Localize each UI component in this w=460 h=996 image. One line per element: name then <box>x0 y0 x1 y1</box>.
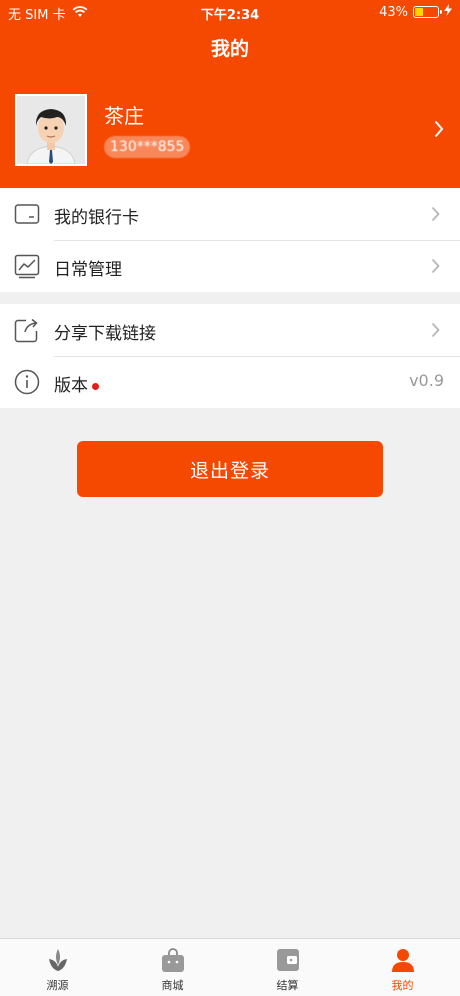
avatar-illustration-icon <box>17 96 85 164</box>
profile-phone: 130***855 <box>104 136 191 158</box>
chevron-right-icon <box>431 322 440 342</box>
menu-item-label: 分享下载链接 <box>54 324 156 344</box>
tab-mall[interactable]: 商城 <box>115 939 230 996</box>
tab-label: 溯源 <box>46 979 69 992</box>
menu-item-bank-card[interactable]: 我的银行卡 <box>0 188 460 240</box>
version-label: 版本 <box>54 376 88 396</box>
menu-item-label: 版本 <box>54 371 99 396</box>
status-right: 43% <box>379 4 452 20</box>
charging-icon <box>444 4 452 20</box>
tab-label: 我的 <box>391 979 414 992</box>
status-bar: 无 SIM 卡 下午2:34 43% <box>0 0 460 24</box>
wallet-icon <box>275 947 301 973</box>
tab-bar: 溯源 商城 结算 我的 <box>0 938 460 996</box>
leaf-icon <box>45 947 71 973</box>
tab-mine[interactable]: 我的 <box>345 939 460 996</box>
page-title: 我的 <box>210 38 249 60</box>
menu-item-label: 日常管理 <box>54 260 122 280</box>
menu-item-label: 我的银行卡 <box>54 208 139 228</box>
battery-fill <box>415 8 424 16</box>
new-version-badge <box>92 382 99 390</box>
battery-percent: 43% <box>379 4 408 20</box>
tab-settlement[interactable]: 结算 <box>230 939 345 996</box>
tab-label: 结算 <box>276 979 299 992</box>
menu-group-app: 分享下载链接 版本 v0.9 <box>0 304 460 408</box>
logout-button[interactable]: 退出登录 <box>77 441 383 497</box>
menu-item-version[interactable]: 版本 v0.9 <box>0 356 460 408</box>
menu-item-share-link[interactable]: 分享下载链接 <box>0 304 460 356</box>
profile-name: 茶庄 <box>104 104 144 128</box>
avatar <box>15 94 87 166</box>
person-icon <box>390 947 416 973</box>
info-icon <box>14 369 40 395</box>
shopping-bag-icon <box>160 947 186 973</box>
chart-icon <box>14 253 40 279</box>
share-icon <box>14 317 40 343</box>
tab-trace[interactable]: 溯源 <box>0 939 115 996</box>
menu-group-account: 我的银行卡 日常管理 <box>0 188 460 292</box>
tab-label: 商城 <box>161 979 184 992</box>
chevron-right-icon <box>434 120 444 142</box>
chevron-right-icon <box>431 258 440 278</box>
chevron-right-icon <box>431 206 440 226</box>
version-value: v0.9 <box>409 371 444 390</box>
menu-item-daily-management[interactable]: 日常管理 <box>0 240 460 292</box>
battery-icon <box>413 6 442 18</box>
bank-card-icon <box>14 201 40 227</box>
profile-card[interactable]: 茶庄 130***855 <box>0 90 460 170</box>
